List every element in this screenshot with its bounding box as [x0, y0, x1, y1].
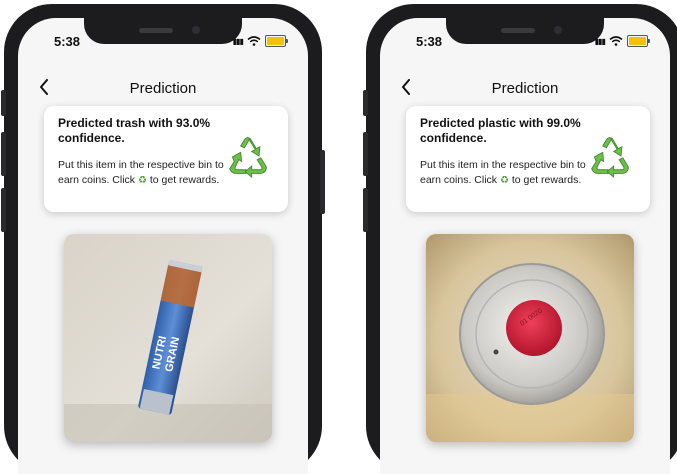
- instructions-text: Put this item in the respective bin to e…: [58, 159, 224, 186]
- volume-up-button: [1, 132, 6, 176]
- speaker: [139, 28, 173, 33]
- item-photo: NUTRI GRAIN: [64, 234, 272, 442]
- screen: 5:38 ▮▮▮ Prediction Predicted trash with…: [18, 18, 308, 474]
- phone-frame-left: 5:38 ▮▮▮ Prediction Predicted trash with…: [1, 4, 325, 474]
- battery-icon: [627, 35, 650, 47]
- prediction-result: Predicted plastic with 99.0% confidence.: [420, 116, 581, 145]
- status-time: 5:38: [416, 34, 443, 49]
- recycle-icon[interactable]: [226, 134, 270, 178]
- screen: 5:38 ▮▮▮ Prediction Predicted plastic wi…: [380, 18, 670, 474]
- mute-switch: [1, 90, 6, 116]
- page-title: Prediction: [129, 80, 197, 97]
- item-photo: 01 0020: [426, 234, 634, 442]
- recycle-inline-icon[interactable]: ♻: [138, 175, 147, 186]
- phone-frame-right: 5:38 ▮▮▮ Prediction Predicted plastic wi…: [363, 4, 677, 474]
- prediction-result: Predicted trash with 93.0% confidence.: [58, 116, 211, 145]
- page-title: Prediction: [491, 80, 559, 97]
- wifi-icon: [609, 36, 623, 46]
- prediction-card: Predicted plastic with 99.0% confidence.…: [406, 106, 650, 212]
- status-time: 5:38: [54, 34, 81, 49]
- status-icons: ▮▮▮: [232, 35, 288, 47]
- prediction-card: Predicted trash with 93.0% confidence. P…: [44, 106, 288, 212]
- volume-down-button: [363, 188, 368, 232]
- signal-icon: ▮▮▮: [594, 36, 606, 46]
- recycle-inline-icon[interactable]: ♻: [500, 175, 509, 186]
- battery-icon: [265, 35, 288, 47]
- front-camera: [554, 26, 562, 34]
- power-button: [320, 150, 325, 214]
- instructions-text: Put this item in the respective bin to e…: [420, 159, 586, 186]
- volume-up-button: [363, 132, 368, 176]
- front-camera: [192, 26, 200, 34]
- trash-photo: NUTRI GRAIN: [64, 234, 272, 442]
- signal-icon: ▮▮▮: [232, 36, 244, 46]
- status-icons: ▮▮▮: [594, 35, 650, 47]
- volume-down-button: [1, 188, 6, 232]
- notch: [446, 18, 604, 44]
- plastic-photo: 01 0020: [426, 234, 634, 442]
- recycle-icon[interactable]: [588, 134, 632, 178]
- speaker: [501, 28, 535, 33]
- mute-switch: [363, 90, 368, 116]
- wifi-icon: [247, 36, 261, 46]
- notch: [84, 18, 242, 44]
